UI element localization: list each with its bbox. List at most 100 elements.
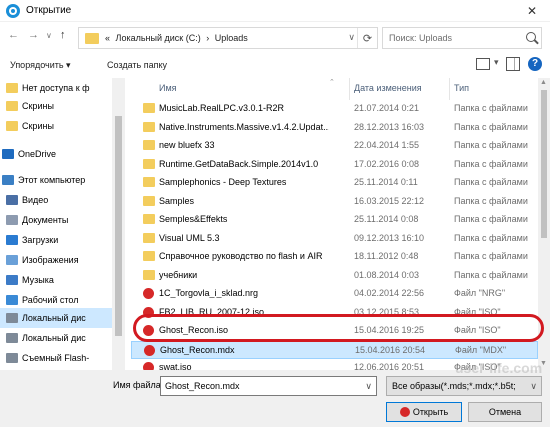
folder-icon (143, 121, 155, 132)
file-type: Папка с файлами (454, 177, 528, 187)
filename-value[interactable]: Ghost_Recon.mdx (165, 381, 240, 391)
column-divider[interactable] (449, 78, 450, 100)
folder-icon (143, 269, 155, 280)
sidebar-item[interactable]: Этот компьютер (0, 170, 112, 190)
filename-field[interactable]: Ghost_Recon.mdx ∨ (160, 376, 377, 396)
file-name: Semples&Effekts (159, 214, 228, 224)
folder-icon (85, 33, 99, 44)
command-bar: Упорядочить ▾ Создать папку ▾ ? (0, 52, 550, 78)
window-title: Открытие (26, 5, 72, 16)
video-icon (6, 195, 18, 205)
file-name: swat.iso (159, 362, 192, 370)
file-row[interactable]: 1C_Torgovla_i_sklad.nrg 04.02.2014 22:56 Ф… (131, 285, 538, 303)
column-divider[interactable] (349, 78, 350, 100)
file-row[interactable]: new bluefx 33 22.04.2014 1:55 Папка с файл… (131, 137, 538, 155)
sidebar-item[interactable]: Скрины (0, 96, 112, 116)
file-row[interactable]: Samples 16.03.2015 22:12 Папка с файлами (131, 193, 538, 211)
file-list-scroll-thumb[interactable] (541, 90, 547, 238)
organize-button[interactable]: Упорядочить ▾ (10, 60, 71, 71)
folder-icon (6, 83, 18, 93)
file-row[interactable]: Справочное руководство по flash и AIR 18.… (131, 248, 538, 266)
app-logo-icon (6, 4, 20, 18)
open-button-label: Открыть (412, 407, 449, 417)
documents-icon (6, 215, 18, 225)
file-type-dropdown-icon[interactable]: ∨ (530, 381, 537, 392)
file-row[interactable]: учебники 01.08.2014 0:03 Папка с файлами (131, 267, 538, 285)
address-bar[interactable]: « Локальный диск (C:) › Uploads ∨ ⟳ (78, 27, 378, 49)
sidebar-item[interactable]: Локальный дис (0, 328, 112, 348)
drive-icon (6, 333, 18, 343)
file-name: 1C_Torgovla_i_sklad.nrg (159, 288, 259, 298)
sidebar-item[interactable]: OneDrive (0, 144, 112, 164)
cancel-button[interactable]: Отмена (468, 402, 542, 422)
file-name: Samples (159, 195, 195, 206)
sidebar-item-label: Видео (22, 195, 49, 205)
back-arrow-icon[interactable]: ← (8, 29, 19, 41)
sidebar-item[interactable]: Локальный дис (0, 308, 112, 328)
file-row[interactable]: Native.Instruments.Massive.v1.4.2.Updat.… (131, 119, 538, 137)
view-mode-icon[interactable] (476, 58, 490, 70)
column-header-name[interactable]: Имя (159, 83, 177, 93)
refresh-icon[interactable]: ⟳ (357, 28, 377, 48)
folder-icon (6, 101, 18, 111)
sidebar-item[interactable]: Рабочий стол (0, 290, 112, 310)
sidebar-item[interactable]: Изображения (0, 250, 112, 270)
breadcrumb-overflow[interactable]: « (105, 33, 110, 43)
file-row[interactable]: Visual UML 5.3 09.12.2013 16:10 Папка с фа… (131, 230, 538, 248)
file-row[interactable]: Ghost_Recon.mdx 15.04.2016 20:54 Файл "MDX… (131, 340, 538, 359)
disc-image-icon (144, 344, 155, 356)
file-name: Native.Instruments.Massive.v1.4.2.Updat.… (159, 121, 329, 132)
open-app-icon (399, 406, 410, 417)
forward-arrow-icon[interactable]: → (28, 29, 39, 41)
sidebar-item-label: Загрузки (22, 235, 59, 245)
file-row[interactable]: Semples&Effekts 25.11.2014 0:08 Папка с фа… (131, 211, 538, 229)
search-input[interactable]: Поиск: Uploads (389, 33, 452, 43)
scroll-up-icon[interactable]: ▲ (540, 79, 547, 86)
sidebar-item-label: Нет доступа к ф (22, 83, 90, 93)
sidebar-item[interactable]: Скрины (0, 116, 112, 136)
breadcrumb-folder[interactable]: Uploads (215, 33, 248, 43)
usb-drive-icon (6, 353, 18, 363)
file-date: 12.06.2016 20:51 (354, 362, 425, 370)
navigation-pane: Нет доступа к ф Скрины Скрины OneDrive Этот … (0, 78, 125, 370)
file-row[interactable]: Samplephonics - Deep Textures 25.11.2014 … (131, 174, 538, 192)
file-type-value[interactable]: Все образы(*.mds;*.mdx;*.b5t; (392, 381, 528, 391)
preview-pane-icon[interactable] (506, 57, 520, 71)
file-date: 01.08.2014 0:03 (354, 269, 420, 280)
file-type: Папка с файлами (454, 158, 528, 169)
open-button[interactable]: Открыть (386, 402, 462, 422)
filename-label: Имя файла: (113, 380, 164, 390)
column-header-date[interactable]: Дата изменения (354, 83, 422, 93)
folder-icon (143, 195, 155, 206)
close-button[interactable]: ✕ (514, 0, 550, 22)
folder-icon (143, 177, 155, 187)
sidebar-item-label: Рабочий стол (22, 295, 79, 305)
file-row[interactable]: Runtime.GetDataBack.Simple.2014v1.0 17.02… (131, 156, 538, 174)
file-row[interactable]: MusicLab.RealLPC.v3.0.1-R2R 21.07.2014 0:… (131, 100, 538, 118)
sidebar-item[interactable]: Загрузки (0, 230, 112, 250)
breadcrumb-drive[interactable]: Локальный диск (C:) (116, 33, 201, 43)
file-date: 21.07.2014 0:21 (354, 103, 420, 113)
search-icon (526, 32, 536, 42)
sidebar-item[interactable]: Съемный Flash- (0, 348, 112, 368)
recent-locations-dropdown[interactable]: ∨ (46, 31, 52, 40)
disc-image-icon (143, 362, 154, 370)
sidebar-item[interactable]: Видео (0, 190, 112, 210)
computer-icon (2, 175, 14, 185)
title-bar: Открытие ✕ (0, 0, 550, 22)
search-box[interactable]: Поиск: Uploads (382, 27, 542, 49)
new-folder-button[interactable]: Создать папку (107, 60, 167, 70)
sidebar-scroll-thumb[interactable] (115, 116, 122, 336)
column-header-type[interactable]: Тип (454, 83, 469, 93)
sidebar-item[interactable]: Документы (0, 210, 112, 230)
help-icon[interactable]: ? (528, 57, 542, 71)
up-arrow-icon[interactable]: ↑ (60, 29, 66, 41)
file-type: Файл "MDX" (455, 344, 507, 355)
sidebar-scrollbar[interactable] (112, 78, 125, 370)
sidebar-item[interactable]: Музыка (0, 270, 112, 290)
file-type-filter[interactable]: Все образы(*.mds;*.mdx;*.b5t; ∨ (386, 376, 542, 396)
sidebar-item[interactable]: Нет доступа к ф (0, 78, 112, 98)
address-dropdown-icon[interactable]: ∨ (348, 32, 355, 43)
view-dropdown-icon[interactable]: ▾ (494, 57, 499, 68)
filename-dropdown-icon[interactable]: ∨ (365, 381, 372, 392)
